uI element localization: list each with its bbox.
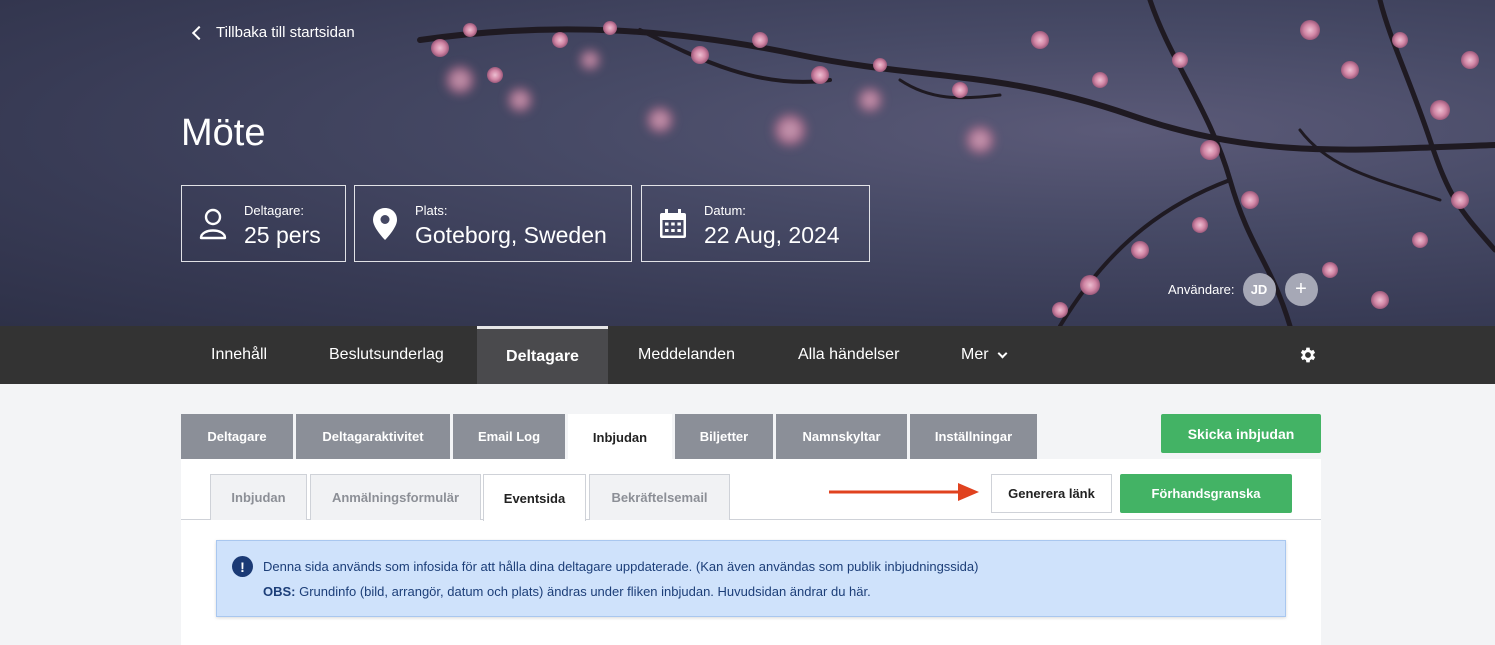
tab-email-log[interactable]: Email Log — [453, 414, 565, 459]
gear-icon[interactable] — [1298, 345, 1318, 365]
date-value: 22 Aug, 2024 — [704, 221, 840, 248]
participants-info: Deltagare: 25 pers — [181, 185, 346, 262]
chevron-left-icon — [191, 25, 207, 40]
add-user-button[interactable]: + — [1284, 273, 1318, 306]
send-invite-button[interactable]: Skicka inbjudan — [1161, 414, 1321, 453]
info-notice: ! Denna sida används som infosida för at… — [216, 540, 1286, 617]
event-title: Möte — [181, 112, 266, 154]
notice-line-1: Denna sida används som infosida för att … — [263, 559, 979, 574]
back-to-start-link[interactable]: Tillbaka till startsidan — [190, 24, 355, 41]
subtab-bekraftelsemail[interactable]: Bekräftelsemail — [589, 474, 730, 520]
users-label: Användare: — [1168, 282, 1235, 297]
nav-item-innehall[interactable]: Innehåll — [211, 326, 267, 384]
date-info: Datum: 22 Aug, 2024 — [641, 185, 870, 262]
subtab-inbjudan[interactable]: Inbjudan — [210, 474, 307, 520]
tab-installningar[interactable]: Inställningar — [910, 414, 1037, 459]
location-info: Plats: Goteborg, Sweden — [354, 185, 632, 262]
participants-value: 25 pers — [244, 221, 321, 248]
notice-line-2: OBS: Grundinfo (bild, arrangör, datum oc… — [263, 584, 871, 599]
main-nav: Innehåll Beslutsunderlag Deltagare Medde… — [0, 326, 1495, 384]
nav-item-alla-handelser[interactable]: Alla händelser — [798, 326, 899, 384]
exclamation-icon: ! — [232, 556, 253, 577]
nav-item-deltagare[interactable]: Deltagare — [477, 326, 608, 384]
participants-label: Deltagare: — [244, 202, 304, 218]
nav-item-mer[interactable]: Mer — [961, 326, 1008, 384]
generate-link-button[interactable]: Generera länk — [991, 474, 1112, 513]
preview-button[interactable]: Förhandsgranska — [1120, 474, 1292, 513]
tab-biljetter[interactable]: Biljetter — [675, 414, 773, 459]
tab-inbjudan[interactable]: Inbjudan — [568, 414, 672, 460]
hero-banner: Tillbaka till startsidan Möte Deltagare:… — [0, 0, 1495, 326]
location-value: Goteborg, Sweden — [415, 221, 607, 248]
nav-item-mer-label: Mer — [961, 346, 989, 363]
arrow-annotation-icon — [829, 483, 979, 501]
nav-item-meddelanden[interactable]: Meddelanden — [638, 326, 735, 384]
location-label: Plats: — [415, 202, 448, 218]
avatar[interactable]: JD — [1242, 273, 1276, 306]
date-label: Datum: — [704, 202, 746, 218]
tab-namnskyltar[interactable]: Namnskyltar — [776, 414, 907, 459]
back-link-label: Tillbaka till startsidan — [216, 24, 355, 41]
users-section: Användare: JD + — [1168, 273, 1318, 306]
calendar-icon — [642, 208, 704, 239]
notice-obs: OBS: — [263, 584, 296, 599]
tab-deltagaraktivitet[interactable]: Deltagaraktivitet — [296, 414, 450, 459]
tab-deltagare[interactable]: Deltagare — [181, 414, 293, 459]
chevron-down-icon — [997, 348, 1008, 358]
person-icon — [182, 208, 244, 240]
nav-item-beslutsunderlag[interactable]: Beslutsunderlag — [329, 326, 444, 384]
location-pin-icon — [355, 207, 415, 240]
notice-line-2-text: Grundinfo (bild, arrangör, datum och pla… — [295, 584, 871, 599]
subtab-anmalningsformular[interactable]: Anmälningsformulär — [310, 474, 481, 520]
subtab-eventsida[interactable]: Eventsida — [483, 474, 586, 521]
